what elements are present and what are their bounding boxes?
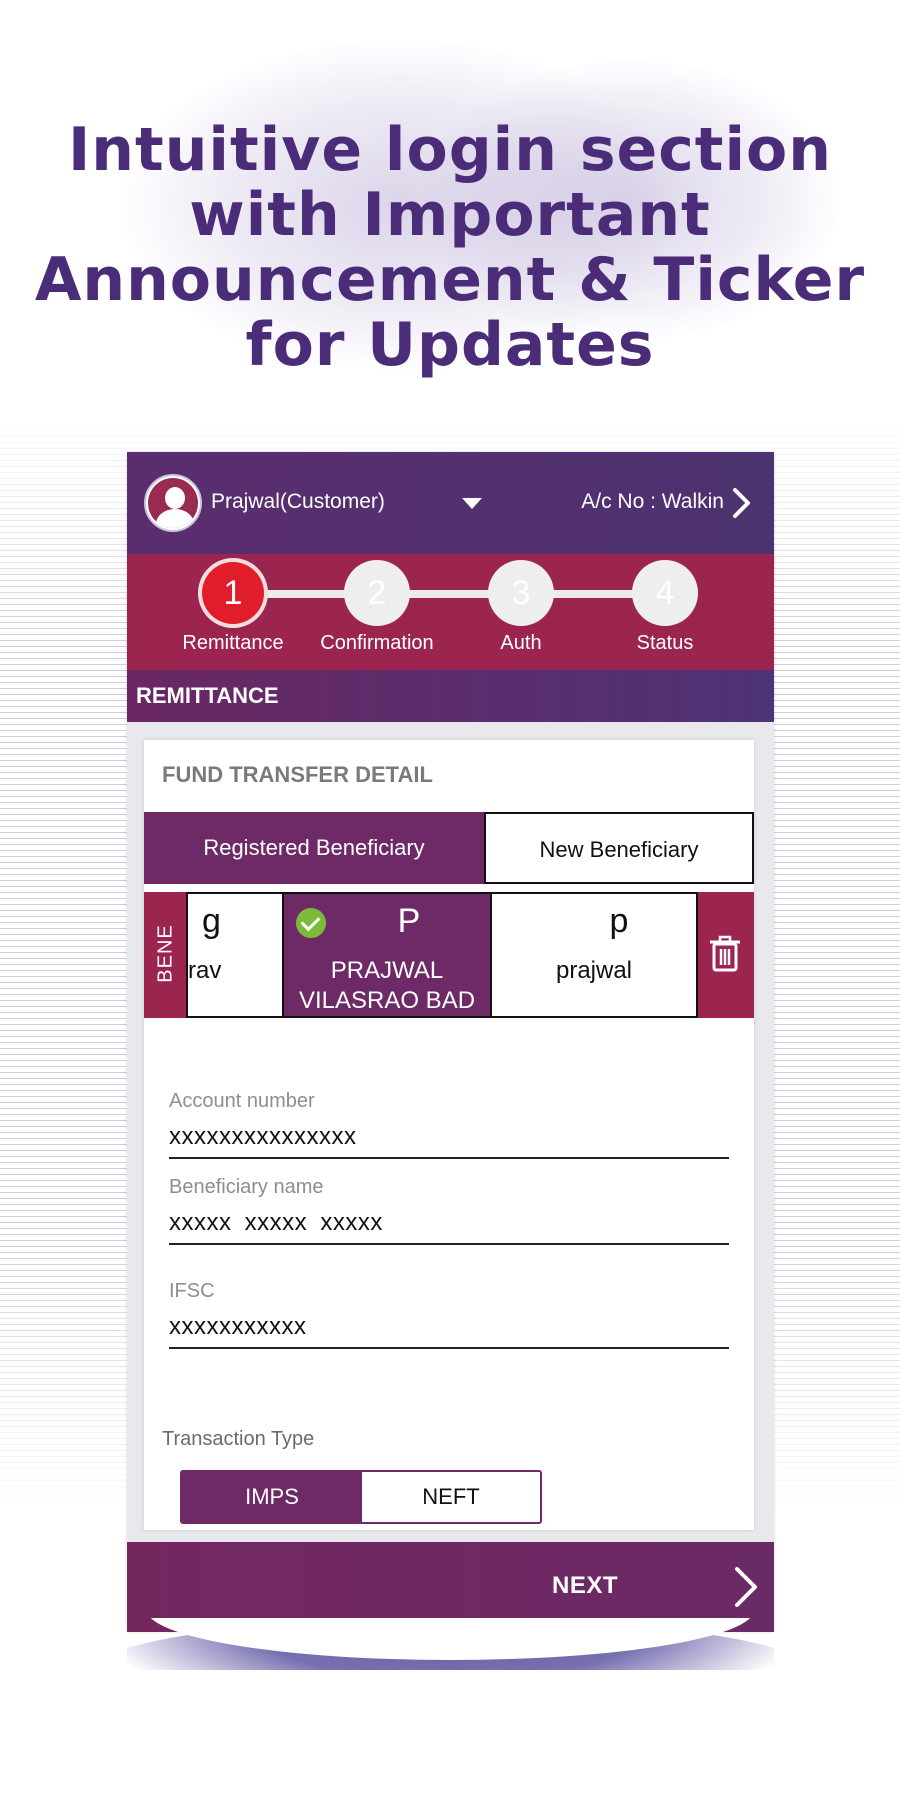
app-screen: Prajwal(Customer) A/c No : Walkin 1 Remi…	[127, 452, 774, 1632]
beneficiary-card[interactable]: p prajwal	[490, 892, 698, 1018]
user-header: Prajwal(Customer) A/c No : Walkin	[127, 452, 774, 554]
beneficiary-name: prajwal	[555, 957, 633, 984]
username-label[interactable]: Prajwal(Customer)	[211, 490, 385, 514]
step-label: Confirmation	[320, 632, 434, 654]
transaction-type-label: Transaction Type	[162, 1428, 315, 1450]
account-number-field[interactable]: Account number xxxxxxxxxxxxxxx	[169, 1090, 729, 1159]
account-number-label: A/c No : Walkin	[581, 490, 724, 513]
option-neft[interactable]: NEFT	[362, 1472, 540, 1522]
device-shadow-arc	[127, 1618, 774, 1670]
bene-side-label: BENE	[144, 892, 186, 1018]
promo-headline: Intuitive login section with Important A…	[30, 118, 870, 378]
field-label: Account number	[169, 1090, 315, 1112]
account-number-input[interactable]: xxxxxxxxxxxxxxx	[169, 1123, 729, 1159]
chevron-down-icon[interactable]	[462, 498, 482, 509]
beneficiary-initial: g	[202, 902, 221, 940]
option-imps[interactable]: IMPS	[182, 1472, 362, 1522]
fund-transfer-card: FUND TRANSFER DETAIL Registered Benefici…	[144, 740, 754, 1530]
step-number: 1	[202, 562, 264, 624]
step-number: 4	[632, 560, 698, 626]
chevron-right-icon	[735, 1567, 757, 1607]
step-label: Remittance	[182, 632, 284, 654]
headline-line: Announcement & Ticker	[34, 245, 866, 315]
next-label: NEXT	[552, 1572, 619, 1599]
user-avatar-icon[interactable]	[144, 474, 202, 532]
beneficiary-tabs: Registered Beneficiary New Beneficiary	[144, 812, 754, 884]
card-title: FUND TRANSFER DETAIL	[162, 762, 433, 787]
ifsc-field[interactable]: IFSC xxxxxxxxxxx	[169, 1280, 729, 1349]
beneficiary-name-line: VILASRAO BAD	[298, 987, 476, 1014]
beneficiary-initial: P	[397, 902, 421, 940]
beneficiary-initial: p	[609, 902, 629, 940]
section-title: REMITTANCE	[127, 670, 774, 722]
transaction-type-toggle[interactable]: IMPS NEFT	[180, 1470, 542, 1524]
field-label: IFSC	[169, 1280, 215, 1302]
trash-icon[interactable]	[696, 892, 754, 1018]
headline-line: Intuitive login section	[67, 115, 832, 185]
tab-new-beneficiary[interactable]: New Beneficiary	[484, 812, 754, 884]
step-number: 3	[488, 560, 554, 626]
field-label: Beneficiary name	[169, 1176, 324, 1198]
beneficiary-name-line: PRAJWAL	[330, 957, 444, 984]
beneficiary-name: PRAJWAL VILASRAO BAD	[284, 956, 490, 1016]
progress-stepper: 1 Remittance 2 Confirmation 3 Auth 4 Sta…	[127, 554, 774, 670]
bene-label: BENE	[154, 924, 177, 983]
beneficiary-name-input[interactable]: xxxxx xxxxx xxxxx	[169, 1209, 729, 1245]
step-number: 2	[344, 560, 410, 626]
beneficiary-card-selected[interactable]: P PRAJWAL VILASRAO BAD	[282, 892, 492, 1018]
headline-line: with Important	[189, 180, 711, 250]
chevron-right-icon[interactable]	[726, 486, 756, 520]
step-status: 4 Status	[595, 560, 735, 655]
beneficiary-name-field[interactable]: Beneficiary name xxxxx xxxxx xxxxx	[169, 1176, 729, 1245]
beneficiary-carousel[interactable]: BENE g rav P PRAJWAL VILASRAO BAD p praj…	[144, 892, 754, 1018]
step-label: Auth	[500, 632, 542, 654]
ifsc-input[interactable]: xxxxxxxxxxx	[169, 1313, 729, 1349]
step-auth: 3 Auth	[451, 560, 591, 655]
beneficiary-card[interactable]: g rav	[186, 892, 284, 1018]
beneficiary-name: rav	[188, 957, 222, 984]
step-remittance: 1 Remittance	[163, 560, 303, 655]
step-label: Status	[636, 632, 694, 654]
tab-registered-beneficiary[interactable]: Registered Beneficiary	[144, 812, 484, 884]
headline-line: for Updates	[245, 310, 655, 380]
step-confirmation: 2 Confirmation	[307, 560, 447, 655]
